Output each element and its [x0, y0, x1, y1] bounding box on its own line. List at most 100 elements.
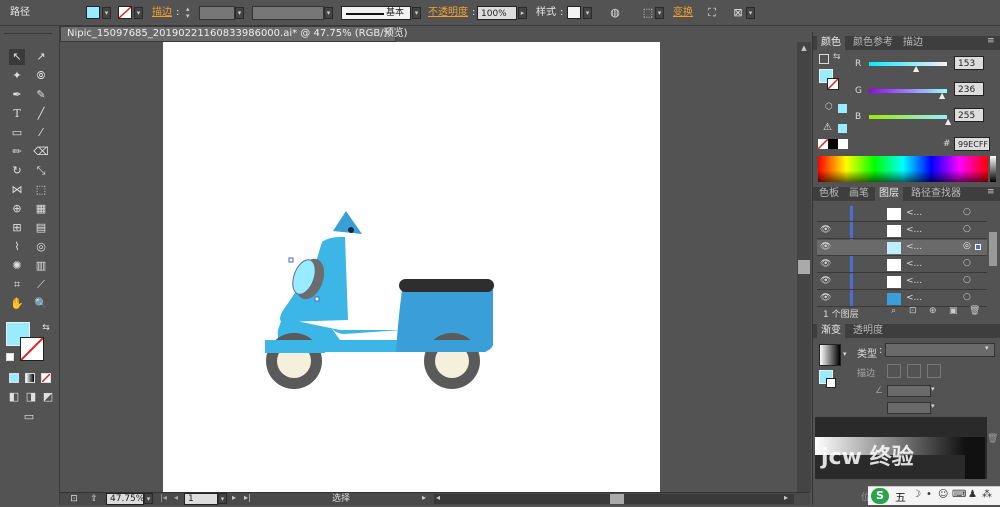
stroke-across-icon[interactable]	[927, 364, 941, 378]
stroke-within-icon[interactable]	[887, 364, 901, 378]
swap-fill-stroke-icon[interactable]: ⇆	[38, 320, 54, 336]
paintbrush-tool-icon[interactable]: ⁄	[33, 125, 49, 141]
color-spectrum[interactable]	[818, 156, 988, 182]
document-tab[interactable]: Nipic_15097685_20190221160833986000.ai* …	[60, 26, 408, 42]
target-icon[interactable]: ○	[963, 275, 971, 285]
stroke-weight-stepper[interactable]: ▴ ▾	[186, 6, 196, 20]
b-value-field[interactable]: 255	[954, 108, 984, 122]
half-width-icon[interactable]: ☽	[912, 489, 921, 500]
settings-grid-icon[interactable]: ⁂	[982, 489, 992, 500]
scroll-left-icon[interactable]: ◂	[436, 493, 440, 502]
zoom-field[interactable]: 47.75%	[106, 493, 144, 505]
user-icon[interactable]: ♟	[968, 489, 977, 500]
selection-tool-icon[interactable]: ↖	[9, 49, 25, 65]
horizontal-scrollbar[interactable]: ◂ ▸	[434, 493, 794, 504]
style-dropdown[interactable]: ▾	[583, 7, 592, 19]
ime-mode[interactable]: 五	[895, 489, 906, 505]
b-slider[interactable]	[869, 115, 947, 119]
curvature-tool-icon[interactable]: ✎	[33, 87, 49, 103]
new-layer-icon[interactable]: ▣	[949, 306, 958, 316]
target-icon[interactable]: ○	[963, 207, 971, 217]
target-icon[interactable]: ◎	[963, 241, 971, 251]
keyboard-icon[interactable]: ⌨	[952, 489, 966, 500]
perspective-grid-tool-icon[interactable]: ▦	[33, 201, 49, 217]
color-mode-icon[interactable]	[9, 373, 19, 383]
eraser-tool-icon[interactable]: ⌫	[33, 144, 49, 160]
scroll-up-icon[interactable]: ▲	[799, 44, 809, 54]
zoom-tool-icon[interactable]: 🔍	[33, 296, 49, 312]
stroke-link[interactable]: 描边	[152, 0, 172, 26]
magic-wand-tool-icon[interactable]: ✦	[9, 68, 25, 84]
gradient-preview-swatch[interactable]	[819, 344, 841, 366]
layer-row[interactable]: 👁 <... ○	[817, 223, 987, 239]
g-slider[interactable]	[869, 89, 947, 93]
b-slider-thumb[interactable]: ▲	[945, 117, 951, 126]
gradient-mode-icon[interactable]	[25, 373, 35, 383]
none-mode-icon[interactable]	[41, 373, 51, 383]
toolbar-grip[interactable]	[4, 28, 52, 34]
black-color-button[interactable]	[828, 139, 838, 149]
selection-indicator[interactable]	[975, 244, 981, 250]
status-menu-icon[interactable]: ▸	[422, 493, 426, 502]
sogou-ime-icon[interactable]: S	[871, 488, 889, 504]
eyedropper-tool-icon[interactable]: ⌇	[9, 239, 25, 255]
gradient-type-select[interactable]	[885, 343, 995, 357]
grayscale-ramp[interactable]	[990, 156, 996, 182]
scale-tool-icon[interactable]: ⤡	[33, 163, 49, 179]
g-value-field[interactable]: 236	[954, 82, 984, 96]
tab-color-guide[interactable]: 颜色参考	[849, 36, 897, 50]
tab-swatches[interactable]: 色板	[815, 187, 843, 201]
transform-link[interactable]: 变换	[673, 0, 693, 26]
layer-name[interactable]: <...	[906, 208, 922, 218]
slice-tool-icon[interactable]: ⟋	[33, 277, 49, 293]
r-slider-thumb[interactable]: ▲	[913, 64, 919, 73]
swap-icon[interactable]: ⇆	[833, 52, 841, 62]
lasso-tool-icon[interactable]: ⦾	[33, 68, 49, 84]
opacity-field[interactable]: 100%	[477, 6, 517, 20]
target-icon[interactable]: ○	[963, 258, 971, 268]
angle-field[interactable]	[887, 385, 931, 397]
locate-object-icon[interactable]: ⌕	[891, 306, 896, 316]
delete-layer-icon[interactable]: 🗑	[969, 306, 980, 316]
free-transform-tool-icon[interactable]: ⬚	[33, 182, 49, 198]
delete-stop-icon[interactable]: 🗑	[987, 434, 998, 444]
brush-dropdown[interactable]: ▾	[412, 7, 421, 19]
visibility-eye-icon[interactable]: 👁	[820, 259, 831, 269]
draw-normal-icon[interactable]: ◧	[6, 389, 22, 405]
scooter-mirror[interactable]	[333, 211, 362, 234]
tab-brushes[interactable]: 画笔	[845, 187, 873, 201]
opacity-link[interactable]: 不透明度	[428, 0, 468, 26]
visibility-eye-icon[interactable]: 👁	[820, 276, 831, 286]
gradient-preview-dropdown[interactable]: ▾	[843, 350, 847, 358]
draw-behind-icon[interactable]: ◨	[23, 389, 39, 405]
tab-stroke[interactable]: 描边	[899, 36, 927, 50]
gamut-swatch[interactable]	[838, 104, 847, 113]
tab-layers[interactable]: 图层	[875, 187, 903, 201]
variable-width-profile[interactable]	[252, 6, 324, 20]
layer-row[interactable]: 👁 <... ○	[817, 274, 987, 290]
r-slider[interactable]	[869, 62, 947, 66]
draw-inside-icon[interactable]: ◩	[40, 389, 56, 405]
arrange-documents-icon[interactable]: ⊠	[730, 5, 746, 21]
opacity-dropdown[interactable]: ▸	[518, 7, 527, 19]
visibility-eye-icon[interactable]: 👁	[820, 225, 831, 235]
layers-menu-icon[interactable]: ≡	[987, 187, 995, 197]
web-safe-swatch[interactable]	[838, 124, 847, 133]
align-dropdown[interactable]: ▾	[655, 7, 664, 19]
layer-name[interactable]: <...	[906, 276, 922, 286]
artboard[interactable]	[163, 42, 660, 494]
shape-builder-tool-icon[interactable]: ⊕	[9, 201, 25, 217]
aspect-ratio-field[interactable]	[887, 402, 931, 414]
white-color-button[interactable]	[838, 139, 848, 149]
fill-swatch[interactable]	[86, 6, 100, 19]
punctuation-icon[interactable]: •	[926, 489, 932, 500]
recolor-artwork-icon[interactable]: ◍	[607, 5, 623, 21]
mesh-tool-icon[interactable]: ⊞	[9, 220, 25, 236]
layer-row-selected[interactable]: 👁 <... ◎	[817, 240, 987, 256]
color-stroke-swatch[interactable]	[827, 78, 839, 90]
emoji-icon[interactable]: ☺	[938, 489, 948, 500]
scooter-seat[interactable]	[399, 279, 494, 292]
visibility-eye-icon[interactable]: 👁	[820, 242, 831, 252]
new-sublayer-icon[interactable]: ⊕	[929, 306, 937, 316]
vertical-scrollbar[interactable]: ▲	[797, 42, 811, 492]
